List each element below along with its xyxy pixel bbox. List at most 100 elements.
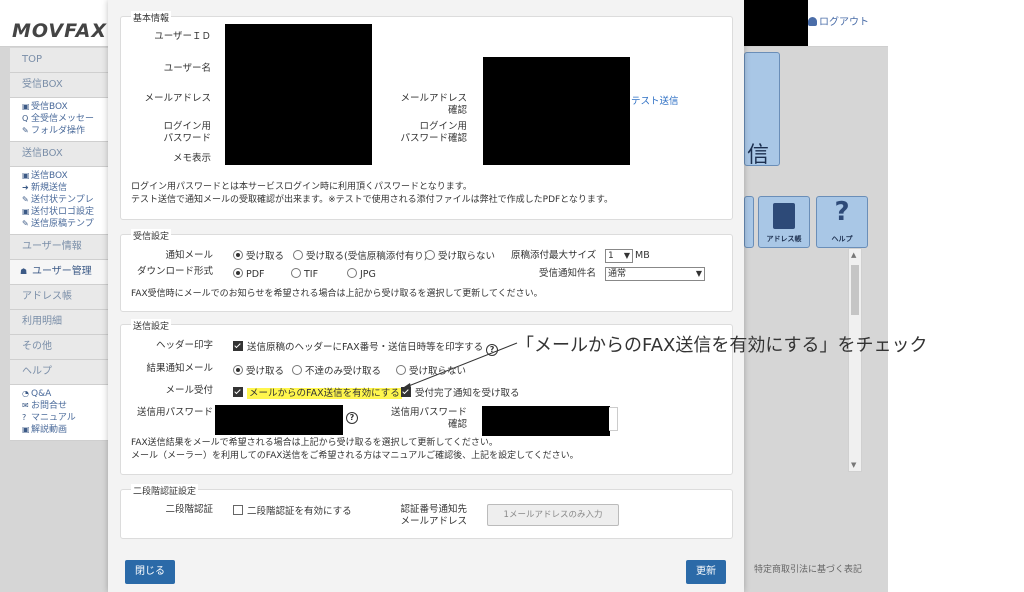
receive-note: FAX受信時にメールでのお知らせを希望される場合は上記から受け取るを選択して更新…	[131, 289, 543, 299]
sidebar-item-label: Q&A	[31, 389, 52, 399]
sidebar-section[interactable]: TOP	[10, 48, 108, 73]
single-email-button[interactable]: 1メールアドレスのみ入力	[487, 504, 619, 526]
redacted-user-fields	[225, 24, 372, 165]
basic-info-panel: 基本情報 ユーザーＩＤ ユーザー名 メールアドレス ログイン用 パスワード メモ表…	[120, 11, 733, 220]
sidebar-item[interactable]: ▣解説動画	[22, 424, 108, 436]
sidebar-item[interactable]: ✎ フォルダ操作	[22, 125, 108, 137]
radio-icon	[396, 365, 406, 375]
two-factor-panel: 二段階認証設定 二段階認証 二段階認証を有効にする 認証番号通知先 メールアドレス…	[120, 484, 733, 539]
chevron-down-icon: ▼	[695, 269, 702, 278]
sidebar-section[interactable]: ☗ ユーザー管理	[10, 260, 108, 285]
sidebar-item-label: 新規送信	[31, 183, 68, 193]
sidebar-section[interactable]: ユーザー情報	[10, 235, 108, 260]
tile-help[interactable]: ? ヘルプ	[816, 196, 868, 248]
sidebar-item-label: お問合せ	[31, 401, 68, 411]
sidebar-item[interactable]: ◔ Q&A	[22, 388, 108, 400]
send-note-1: FAX送信結果をメールで希望される場合は上記から受け取るを選択して更新してくださ…	[131, 438, 498, 448]
header-print-checkbox[interactable]: 送信原稿のヘッダーにFAX番号・送信日時等を印字する?	[233, 341, 499, 356]
tile-inbox[interactable]: 信	[744, 52, 780, 168]
sidebar-item[interactable]: ▣送付状ロゴ設定	[22, 206, 108, 218]
radio-icon	[425, 250, 435, 260]
chat-icon: ◔	[22, 389, 29, 398]
sidebar-item-label: 受信BOX	[31, 102, 68, 112]
format-radio-tif[interactable]: TIF	[291, 268, 318, 281]
notify-mail-label: 通知メール	[165, 250, 213, 261]
format-radio-jpg[interactable]: JPG	[347, 268, 376, 281]
max-size-label: 原稿添付最大サイズ	[511, 250, 597, 261]
tile-address-book[interactable]: アドレス帳	[758, 196, 810, 248]
checkbox-icon	[401, 387, 411, 397]
sidebar-item[interactable]: ▣送信BOX	[22, 170, 108, 182]
sidebar: TOP 受信BOX ▣受信BOX Q 全受信メッセー ✎ フォルダ操作 送信BOX ▣送信BOX…	[10, 48, 108, 548]
notify-radio-receive-attach[interactable]: 受け取る(受信原稿添付有り)	[293, 250, 427, 263]
new-icon: ➜	[22, 183, 29, 192]
question-icon: ?	[834, 197, 850, 227]
complete-notify-checkbox[interactable]: 受付完了通知を受け取る	[401, 387, 520, 400]
radio-icon	[292, 365, 302, 375]
sidebar-item[interactable]: ✎ 送信原稿テンプ	[22, 218, 108, 230]
panel-title: 送信設定	[131, 319, 172, 332]
sidebar-section[interactable]: その他	[10, 335, 108, 360]
radio-icon	[233, 365, 243, 375]
login-password-confirm-label: ログイン用 パスワード確認	[400, 121, 467, 144]
user-id-label: ユーザーＩＤ	[154, 31, 211, 42]
book-icon	[773, 203, 795, 229]
sidebar-section[interactable]: ヘルプ	[10, 360, 108, 385]
users-icon: ☗	[20, 267, 28, 276]
redacted-confirm-fields	[483, 57, 630, 165]
mail-icon: ✉	[22, 401, 29, 410]
sidebar-item-label: マニュアル	[31, 413, 76, 423]
result-radio-failed-only[interactable]: 不達のみ受け取る	[292, 365, 381, 378]
sidebar-item[interactable]: ✎ 送付状テンプレ	[22, 194, 108, 206]
sidebar-item[interactable]: ? マニュアル	[22, 412, 108, 424]
help-icon[interactable]: ?	[346, 412, 358, 424]
memo-label: メモ表示	[172, 153, 211, 164]
footer-link[interactable]: | 特定商取引法に基づく表記	[742, 562, 862, 575]
mail-fax-enable-checkbox[interactable]: メールからのFAX送信を有効にする	[233, 387, 402, 400]
two-factor-checkbox[interactable]: 二段階認証を有効にする	[233, 505, 352, 518]
user-name-label: ユーザー名	[163, 63, 211, 74]
sidebar-submenu: ◔ Q&A ✉ お問合せ? マニュアル ▣解説動画	[10, 385, 108, 441]
auth-destination-label: 認証番号通知先 メールアドレス	[400, 504, 467, 527]
send-note-2: メール（メーラー）を利用してのFAX送信をご希望される方はマニュアルご確認後、上…	[131, 451, 579, 461]
notify-radio-none[interactable]: 受け取らない	[425, 250, 495, 263]
redacted-send-password	[215, 405, 343, 435]
panel-title: 二段階認証設定	[131, 484, 199, 497]
max-size-unit: MB	[635, 250, 650, 261]
close-button[interactable]: 閉じる	[125, 560, 175, 584]
send-password-label: 送信用パスワード	[136, 407, 213, 418]
search-icon: Q	[22, 114, 29, 123]
result-radio-none[interactable]: 受け取らない	[396, 365, 466, 378]
max-size-select[interactable]: 1 ▼	[605, 249, 633, 263]
sidebar-section[interactable]: 利用明細	[10, 310, 108, 335]
result-radio-receive[interactable]: 受け取る	[233, 365, 284, 378]
logout-link[interactable]: ログアウト	[808, 13, 869, 28]
format-radio-pdf[interactable]: PDF	[233, 268, 265, 281]
image-icon: ▣	[22, 207, 30, 216]
user-icon	[808, 17, 817, 26]
header-print-label: ヘッダー印字	[155, 340, 213, 351]
sidebar-section[interactable]: アドレス帳	[10, 285, 108, 310]
sidebar-section[interactable]: 受信BOX	[10, 73, 108, 98]
two-factor-label: 二段階認証	[165, 504, 213, 515]
sidebar-item[interactable]: Q 全受信メッセー	[22, 113, 108, 125]
send-password-confirm-input[interactable]	[609, 407, 618, 431]
help-icon[interactable]: ?	[486, 344, 499, 356]
send-password-help[interactable]: ?	[343, 410, 358, 424]
scrollbar[interactable]: ▲ ▼	[848, 248, 862, 472]
sidebar-item[interactable]: ✉ お問合せ	[22, 400, 108, 412]
radio-icon	[233, 268, 243, 278]
result-mail-label: 結果通知メール	[146, 363, 213, 374]
sidebar-section[interactable]: 送信BOX	[10, 142, 108, 167]
panel-title: 受信設定	[131, 229, 172, 242]
update-button[interactable]: 更新	[686, 560, 726, 584]
test-send-link[interactable]: テスト送信	[631, 96, 679, 108]
notify-radio-receive[interactable]: 受け取る	[233, 250, 284, 263]
outbox-icon: ▣	[22, 171, 30, 180]
send-password-confirm-label: 送信用パスワード 確認	[390, 407, 467, 430]
sidebar-item[interactable]: ▣受信BOX	[22, 101, 108, 113]
sidebar-item[interactable]: ➜ 新規送信	[22, 182, 108, 194]
tile-unknown[interactable]	[744, 196, 754, 248]
checkbox-icon	[233, 387, 243, 397]
subject-select[interactable]: 通常 ▼	[605, 267, 705, 281]
